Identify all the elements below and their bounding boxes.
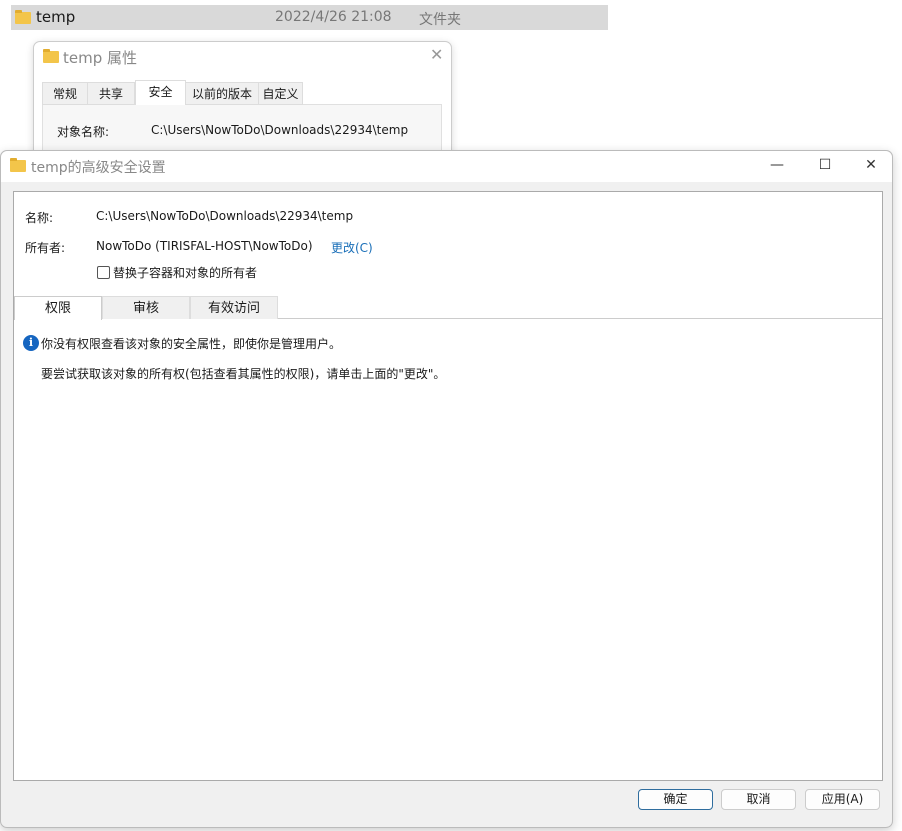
folder-icon <box>43 49 59 63</box>
replace-owner-label: 替换子容器和对象的所有者 <box>113 266 258 280</box>
maximize-icon[interactable]: ☐ <box>815 157 835 175</box>
explorer-row-temp[interactable]: temp 2022/4/26 21:08 文件夹 <box>11 5 608 30</box>
tab-general[interactable]: 常规 <box>42 82 88 105</box>
change-owner-link[interactable]: 更改(C) <box>331 239 373 256</box>
dialog-title: temp的高级安全设置 <box>31 160 166 176</box>
file-date: 2022/4/26 21:08 <box>275 9 392 25</box>
folder-icon <box>10 158 26 172</box>
owner-label: 所有者: <box>25 241 66 255</box>
info-message: 你没有权限查看该对象的安全属性，即使你是管理用户。 <box>41 337 342 351</box>
close-icon[interactable]: ✕ <box>861 157 881 175</box>
advanced-security-dialog: temp的高级安全设置 — ☐ ✕ 名称: C:\Users\NowToDo\D… <box>0 150 893 828</box>
name-value: C:\Users\NowToDo\Downloads\22934\temp <box>96 209 354 223</box>
tab-customize[interactable]: 自定义 <box>258 82 303 105</box>
tab-previous-versions[interactable]: 以前的版本 <box>185 82 259 105</box>
folder-icon <box>15 10 31 24</box>
owner-value: NowToDo (TIRISFAL-HOST\NowToDo) <box>96 239 313 253</box>
tab-auditing[interactable]: 审核 <box>102 296 190 319</box>
tab-effective-access[interactable]: 有效访问 <box>190 296 278 319</box>
info-icon: i <box>23 335 39 351</box>
tab-security[interactable]: 安全 <box>135 80 186 105</box>
file-name: temp <box>36 8 76 26</box>
content-panel: 名称: C:\Users\NowToDo\Downloads\22934\tem… <box>13 191 883 781</box>
object-name-value: C:\Users\NowToDo\Downloads\22934\temp <box>151 123 409 137</box>
hint-message: 要尝试获取该对象的所有权(包括查看其属性的权限)，请单击上面的"更改"。 <box>41 367 446 381</box>
minimize-icon[interactable]: — <box>767 157 787 175</box>
close-icon[interactable]: ✕ <box>430 45 443 64</box>
title-bar: temp的高级安全设置 — ☐ ✕ <box>1 151 892 182</box>
cancel-button[interactable]: 取消 <box>721 789 796 810</box>
properties-title: temp 属性 <box>63 49 138 67</box>
tab-sharing[interactable]: 共享 <box>87 82 135 105</box>
tab-permissions[interactable]: 权限 <box>14 296 102 320</box>
name-label: 名称: <box>25 211 54 225</box>
replace-owner-checkbox[interactable] <box>97 266 110 279</box>
object-name-label: 对象名称: <box>57 125 110 139</box>
apply-button[interactable]: 应用(A) <box>805 789 880 810</box>
file-type: 文件夹 <box>419 12 461 28</box>
ok-button[interactable]: 确定 <box>638 789 713 810</box>
